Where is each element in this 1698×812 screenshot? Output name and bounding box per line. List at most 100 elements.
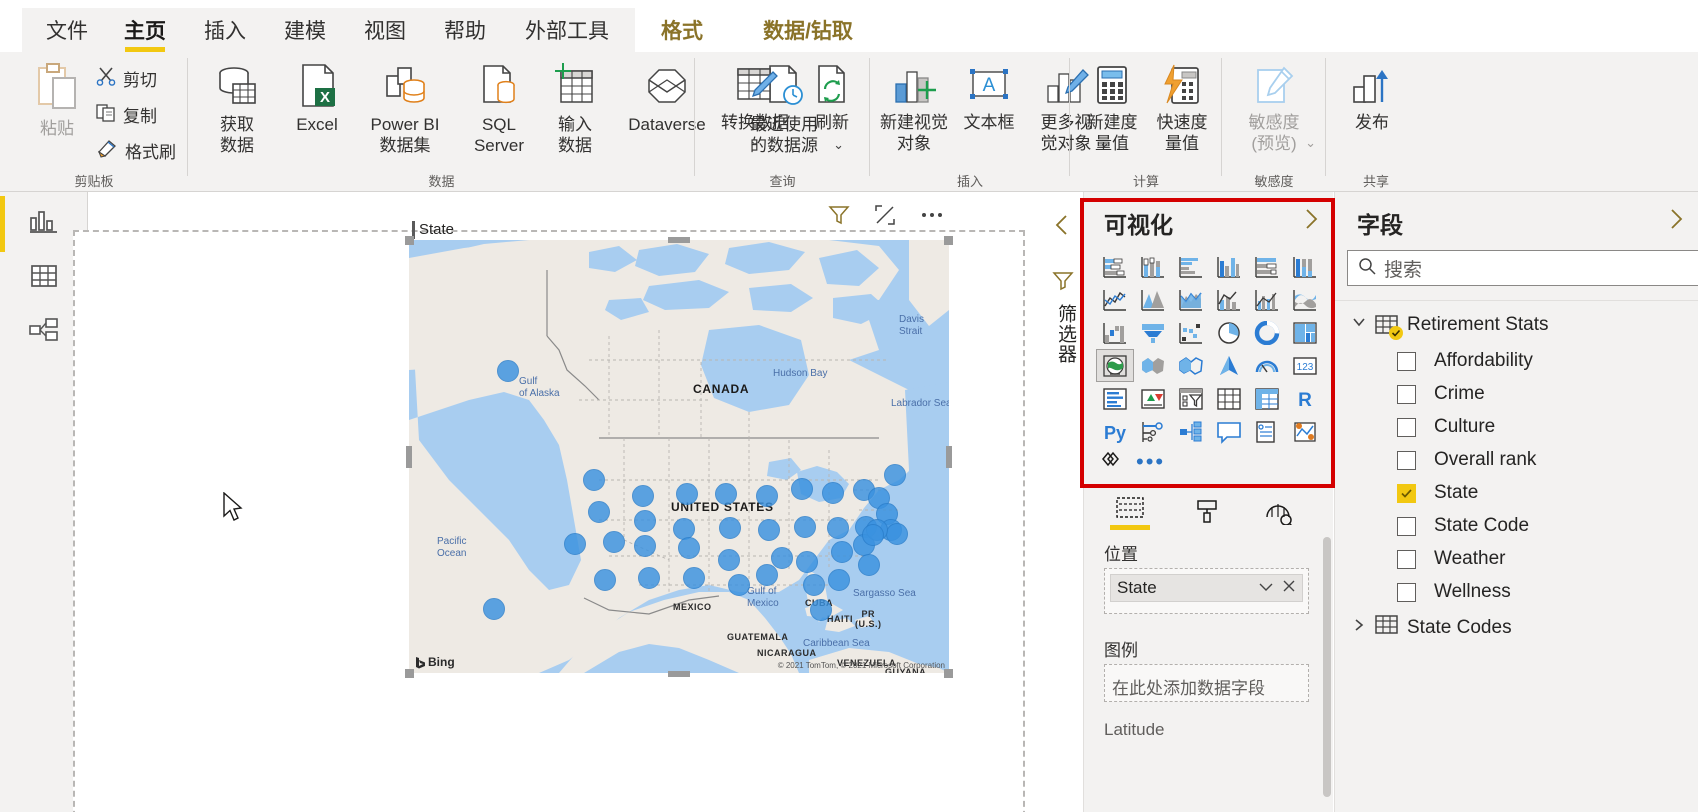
viz-icon-matrix[interactable] xyxy=(1248,382,1286,415)
viz-icon-line-stacked-column-chart[interactable] xyxy=(1210,283,1248,316)
map-bubble[interactable] xyxy=(564,533,586,555)
tab-external-tools[interactable]: 外部工具 xyxy=(512,8,622,52)
resize-handle-nw[interactable] xyxy=(405,236,414,245)
search-input[interactable]: 搜索 xyxy=(1347,250,1698,286)
map-bubble[interactable] xyxy=(634,510,656,532)
cut-button[interactable]: 剪切 xyxy=(96,66,157,91)
viz-icon-line-chart[interactable] xyxy=(1096,283,1134,316)
report-canvas[interactable]: State Davis Strait Hudson Bay Labrador S… xyxy=(73,192,1040,812)
fieldwell-location-dropzone[interactable]: State xyxy=(1104,568,1309,614)
get-more-visuals-icon[interactable] xyxy=(1096,447,1122,476)
map-bubble[interactable] xyxy=(756,564,778,586)
enter-data-button[interactable]: 输入 数据 xyxy=(540,62,610,157)
chevron-down-icon[interactable]: ⌄ xyxy=(1305,135,1316,151)
tab-view[interactable]: 视图 xyxy=(352,8,418,52)
field-item-state-code[interactable]: State Code xyxy=(1397,515,1529,537)
filters-pane-collapsed[interactable]: 筛选器 xyxy=(1041,192,1083,812)
map-bubble[interactable] xyxy=(771,547,793,569)
bing-logo[interactable]: Bing xyxy=(415,655,455,669)
field-checkbox[interactable] xyxy=(1397,582,1416,602)
field-item-wellness[interactable]: Wellness xyxy=(1397,581,1511,603)
close-icon[interactable] xyxy=(1282,578,1296,598)
map-bubble[interactable] xyxy=(632,485,654,507)
new-measure-button[interactable]: 新建度 量值 xyxy=(1080,62,1144,155)
viz-icon-clustered-bar-chart[interactable] xyxy=(1172,250,1210,283)
fields-tab[interactable] xyxy=(1110,495,1150,530)
viz-icon-multi-row-card[interactable] xyxy=(1096,382,1134,415)
viz-icon-pie-chart[interactable] xyxy=(1210,316,1248,349)
viz-icon-map[interactable] xyxy=(1096,349,1134,382)
viz-icon-paginated-report[interactable] xyxy=(1286,415,1324,448)
excel-button[interactable]: X Excel xyxy=(282,62,352,135)
viz-icon-100-stacked-bar-chart[interactable] xyxy=(1248,250,1286,283)
resize-handle-ne[interactable] xyxy=(944,236,953,245)
sensitivity-button[interactable]: 敏感度 (预览) ⌄ xyxy=(1234,62,1316,155)
field-checkbox[interactable] xyxy=(1397,384,1416,404)
viz-icon-smart-narrative[interactable] xyxy=(1248,415,1286,448)
paste-button[interactable]: 粘贴 xyxy=(26,62,88,139)
viz-icon-funnel-chart[interactable] xyxy=(1134,316,1172,349)
field-checkbox[interactable] xyxy=(1397,549,1416,569)
viz-icon-filled-map[interactable] xyxy=(1134,349,1172,382)
field-item-crime[interactable]: Crime xyxy=(1397,383,1485,405)
viz-icon-card[interactable]: 123 xyxy=(1286,349,1324,382)
viz-icon-waterfall-chart[interactable] xyxy=(1096,316,1134,349)
viz-icon-kpi[interactable] xyxy=(1134,382,1172,415)
viz-icon-ribbon-chart[interactable] xyxy=(1286,283,1324,316)
text-box-button[interactable]: A 文本框 xyxy=(954,62,1024,133)
viz-icon-line-clustered-column-chart[interactable] xyxy=(1248,283,1286,316)
map-bubble[interactable] xyxy=(791,478,813,500)
viz-icon-treemap[interactable] xyxy=(1286,316,1324,349)
viz-icon-donut-chart[interactable] xyxy=(1248,316,1286,349)
tab-help[interactable]: 帮助 xyxy=(432,8,498,52)
filter-icon[interactable] xyxy=(1052,270,1074,297)
viz-icon-shape-map[interactable] xyxy=(1172,349,1210,382)
tab-insert[interactable]: 插入 xyxy=(192,8,258,52)
map-bubble[interactable] xyxy=(828,569,850,591)
map-bubble[interactable] xyxy=(634,535,656,557)
transform-data-button[interactable]: 转换数据 ⌄ xyxy=(709,62,801,149)
viz-icon-table[interactable] xyxy=(1210,382,1248,415)
chevron-left-icon[interactable] xyxy=(1054,214,1070,241)
new-visual-button[interactable]: 新建视觉 对象 xyxy=(878,62,950,155)
map-bubble[interactable] xyxy=(603,531,625,553)
publish-button[interactable]: 发布 xyxy=(1340,62,1404,133)
map-bubble[interactable] xyxy=(822,482,844,504)
field-checkbox[interactable] xyxy=(1397,417,1416,437)
visualization-type-grid[interactable]: 123 R Py xyxy=(1096,250,1328,448)
viz-icon-100-stacked-column-chart[interactable] xyxy=(1286,250,1324,283)
map-bubble[interactable] xyxy=(884,464,906,486)
refresh-button[interactable]: 刷新 xyxy=(803,62,861,133)
map-bubble[interactable] xyxy=(758,519,780,541)
tab-modeling[interactable]: 建模 xyxy=(272,8,338,52)
resize-handle-e[interactable] xyxy=(946,446,952,468)
viz-icon-qa-visual[interactable] xyxy=(1210,415,1248,448)
viz-icon-scatter-chart[interactable] xyxy=(1172,316,1210,349)
field-item-overall-rank[interactable]: Overall rank xyxy=(1397,449,1536,471)
chevron-down-icon[interactable] xyxy=(1258,578,1274,598)
viz-icon-decomposition-tree[interactable] xyxy=(1172,415,1210,448)
field-checkbox[interactable] xyxy=(1397,516,1416,536)
format-tab[interactable] xyxy=(1194,498,1220,526)
map-bubble[interactable] xyxy=(756,485,778,507)
quick-measure-button[interactable]: 快速度 量值 xyxy=(1150,62,1214,155)
viz-icon-stacked-area-chart[interactable] xyxy=(1172,283,1210,316)
field-item-weather[interactable]: Weather xyxy=(1397,548,1505,570)
resize-handle-se[interactable] xyxy=(944,669,953,678)
map-bubble[interactable] xyxy=(678,537,700,559)
tab-file[interactable]: 文件 xyxy=(34,8,100,52)
map-bubble[interactable] xyxy=(718,549,740,571)
map-bubble[interactable] xyxy=(676,483,698,505)
map-visual[interactable]: State Davis Strait Hudson Bay Labrador S… xyxy=(405,221,953,679)
resize-handle-w[interactable] xyxy=(406,446,412,468)
map-bubble[interactable] xyxy=(594,569,616,591)
map-bubble[interactable] xyxy=(831,541,853,563)
viz-icon-area-chart[interactable] xyxy=(1134,283,1172,316)
chevron-right-icon[interactable] xyxy=(1351,617,1367,639)
table-node-state-codes[interactable]: State Codes xyxy=(1351,614,1512,642)
field-item-affordability[interactable]: Affordability xyxy=(1397,350,1533,372)
map-bubble[interactable] xyxy=(794,516,816,538)
resize-handle-sw[interactable] xyxy=(405,669,414,678)
visualizations-scrollbar[interactable] xyxy=(1323,537,1331,797)
map-bubble[interactable] xyxy=(715,483,737,505)
